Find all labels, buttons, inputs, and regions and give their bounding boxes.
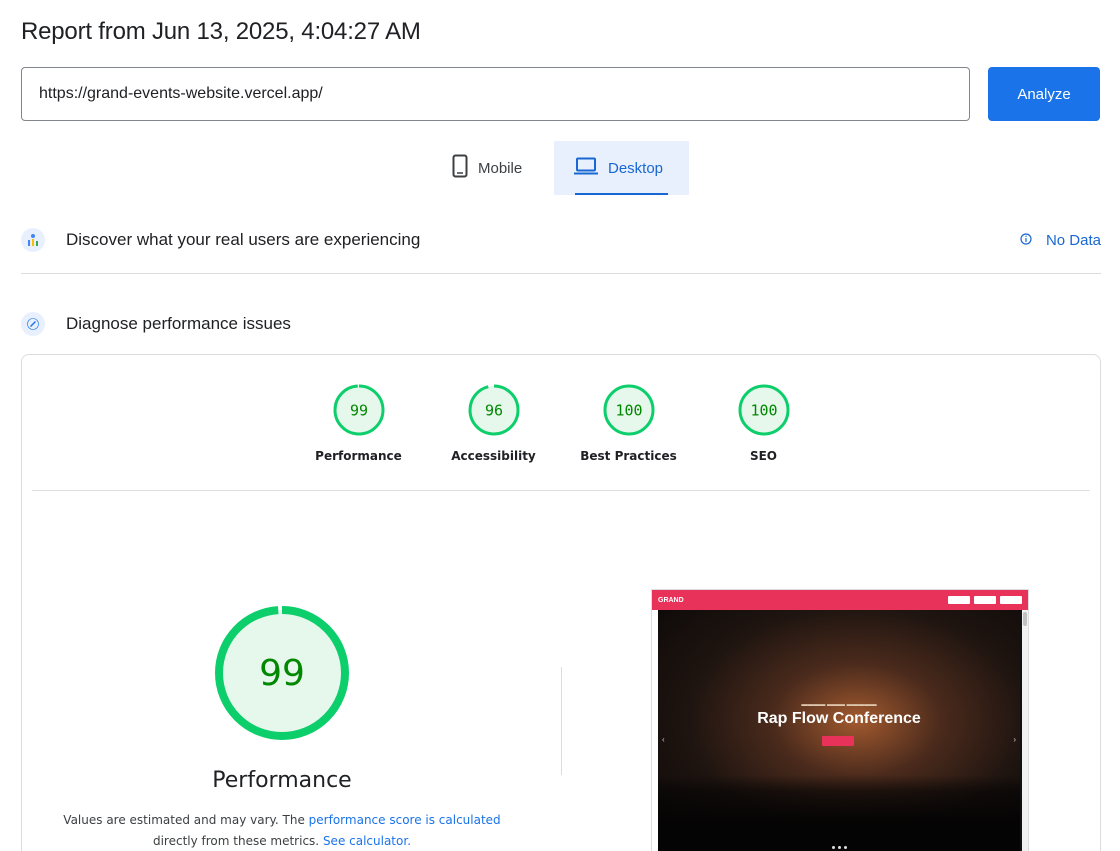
screenshot-prev-arrow-icon: ‹ — [662, 735, 665, 744]
score-gauge-performance[interactable]: 99 Performance — [314, 383, 404, 463]
screenshot-nav-button — [948, 596, 970, 604]
diagnose-title: Diagnose performance issues — [66, 314, 291, 333]
desc-text-2: directly from these metrics. — [152, 834, 323, 848]
info-icon — [1020, 232, 1032, 249]
tab-desktop-label: Desktop — [608, 159, 664, 177]
desc-text-1: Values are estimated and may vary. The — [63, 813, 309, 827]
carousel-dot — [837, 846, 841, 849]
score-label: SEO — [749, 449, 778, 463]
vertical-divider — [561, 667, 562, 775]
score-value: 96 — [484, 402, 502, 420]
analyze-button[interactable]: Analyze — [988, 67, 1100, 121]
performance-large-gauge: 99 — [215, 606, 349, 740]
url-input[interactable] — [21, 67, 970, 121]
carousel-dot — [843, 846, 847, 849]
score-label: Performance — [315, 449, 402, 463]
performance-title: Performance — [212, 768, 352, 793]
screenshot-headline: Rap Flow Conference — [757, 710, 921, 727]
lighthouse-diagnose-icon — [21, 312, 45, 336]
screenshot-hero-subtitle: ▬▬▬▬ ▬▬▬ ▬▬▬▬▬ — [801, 702, 877, 708]
tab-mobile-label: Mobile — [478, 159, 523, 177]
performance-score-link[interactable]: performance score is calculated — [309, 813, 501, 827]
score-ring: 100 — [738, 384, 789, 436]
score-gauge-seo[interactable]: 100 SEO — [719, 383, 809, 463]
score-gauge-best-practices[interactable]: 100 Best Practices — [580, 383, 677, 463]
crux-users-icon — [21, 228, 45, 252]
screenshot-nav-button — [974, 596, 996, 604]
score-ring: 99 — [333, 384, 384, 436]
tab-mobile[interactable]: Mobile — [432, 141, 554, 195]
gauges-divider — [32, 490, 1090, 491]
diagnose-section: Diagnose performance issues — [21, 308, 1101, 340]
page-screenshot: GRAND ▬▬▬▬ ▬▬▬ ▬▬▬▬▬ Rap Flow Conference… — [651, 589, 1029, 851]
screenshot-logo: GRAND — [658, 596, 684, 604]
screenshot-next-arrow-icon: › — [1013, 735, 1016, 744]
score-value: 100 — [750, 402, 777, 420]
tab-desktop[interactable]: Desktop — [554, 141, 689, 195]
score-label: Best Practices — [580, 449, 677, 463]
screenshot-scrollbar-thumb — [1023, 612, 1027, 626]
score-gauge-accessibility[interactable]: 96 Accessibility — [449, 383, 539, 463]
score-gauges: 99 Performance 96 Accessibility 100 Best Prac… — [22, 383, 1100, 463]
active-tab-indicator — [575, 193, 668, 195]
screenshot-carousel-dots — [658, 846, 1020, 849]
performance-large-score: 99 — [259, 653, 305, 694]
page-title: Report from Jun 13, 2025, 4:04:27 AM — [21, 18, 421, 45]
no-data-label: No Data — [1045, 231, 1101, 249]
no-data-indicator[interactable]: No Data — [1020, 232, 1101, 249]
score-label: Accessibility — [451, 449, 536, 463]
screenshot-nav — [948, 596, 1022, 604]
score-ring: 96 — [468, 384, 519, 436]
mobile-phone-icon — [452, 154, 468, 182]
screenshot-nav-button — [1000, 596, 1022, 604]
real-users-title: Discover what your real users are experi… — [66, 230, 421, 249]
carousel-dot — [831, 846, 835, 849]
screenshot-site-header: GRAND — [652, 590, 1028, 610]
score-value: 99 — [349, 402, 367, 420]
screenshot-cta-button — [822, 736, 854, 746]
section-divider — [21, 273, 1101, 274]
screenshot-crowd — [658, 775, 1020, 851]
see-calculator-link[interactable]: See calculator. — [323, 834, 411, 848]
laptop-icon — [574, 157, 598, 179]
real-users-section: Discover what your real users are experi… — [21, 224, 1101, 256]
lighthouse-report-card: 99 Performance 96 Accessibility 100 Best Prac… — [21, 354, 1101, 851]
screenshot-scrollbar — [1022, 610, 1028, 851]
screenshot-hero: ▬▬▬▬ ▬▬▬ ▬▬▬▬▬ Rap Flow Conference ‹ › — [658, 610, 1020, 851]
score-ring: 100 — [603, 384, 654, 436]
score-value: 100 — [615, 402, 642, 420]
performance-description: Values are estimated and may vary. The p… — [52, 810, 512, 851]
